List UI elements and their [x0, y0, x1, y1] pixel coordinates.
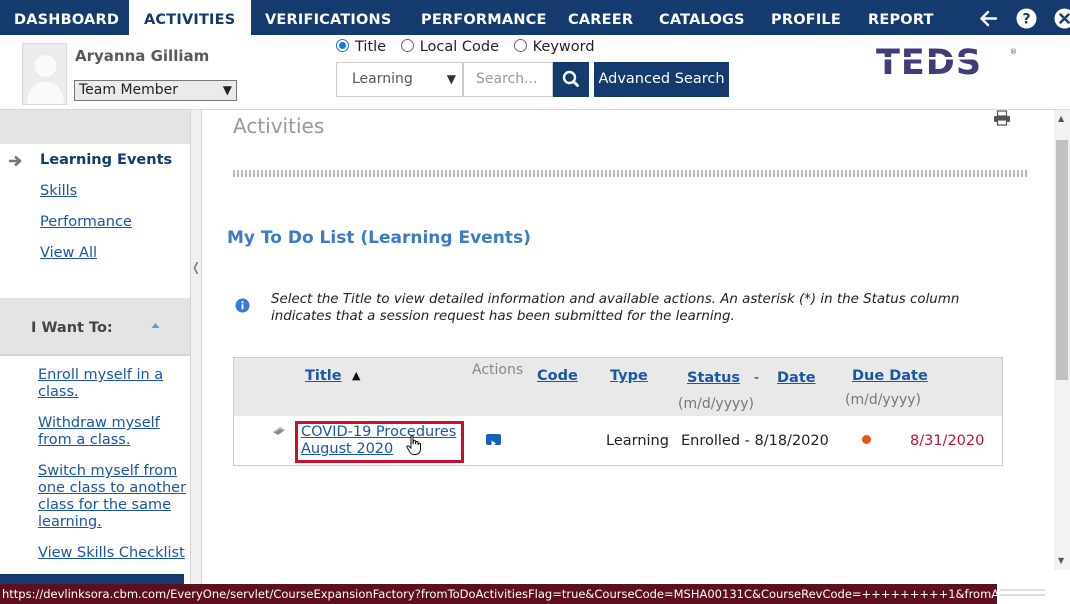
nav-verifications[interactable]: VERIFICATIONS	[265, 0, 392, 35]
role-select-value: Team Member	[79, 82, 179, 98]
want-link-skills-checklist[interactable]: View Skills Checklist	[38, 545, 188, 562]
column-header-actions: Actions	[472, 362, 524, 378]
user-name: Aryanna Gilliam	[75, 47, 210, 65]
radio-keyword-label[interactable]: Keyword	[533, 39, 595, 55]
row-type: Learning	[606, 433, 669, 449]
nav-performance[interactable]: PERFORMANCE	[421, 0, 547, 35]
footer-logo-mark	[1000, 589, 1045, 596]
column-header-type[interactable]: Type	[610, 368, 648, 384]
sidebar-divider	[190, 110, 202, 584]
footer-logo	[1000, 584, 1070, 604]
search-input[interactable]: Search...	[463, 62, 553, 97]
due-date-format-hint: (m/d/yyyy)	[845, 392, 922, 408]
row-status: Enrolled - 8/18/2020	[681, 433, 829, 449]
column-header-title[interactable]: Title	[305, 368, 342, 384]
nav-activities[interactable]: ACTIVITIES	[129, 0, 251, 35]
column-header-code[interactable]: Code	[537, 368, 578, 384]
nav-career[interactable]: CAREER	[568, 0, 633, 35]
nav-report[interactable]: REPORT	[868, 0, 934, 35]
sidebar-item-performance[interactable]: Performance	[40, 214, 132, 230]
want-link-enroll[interactable]: Enroll myself in a class.	[38, 367, 188, 401]
column-header-status[interactable]: Status	[687, 370, 740, 386]
search-button[interactable]	[553, 62, 589, 97]
scroll-up-icon[interactable]: ▲	[1058, 114, 1064, 123]
radio-title[interactable]	[336, 39, 349, 52]
arrow-right-icon	[9, 155, 22, 167]
nav-profile[interactable]: PROFILE	[771, 0, 841, 35]
radio-keyword[interactable]	[513, 39, 527, 52]
sidebar-item-view-all[interactable]: View All	[40, 245, 97, 261]
teds-logo: TEDS ®	[876, 43, 1016, 81]
close-icon[interactable]	[1054, 8, 1070, 29]
todo-table: Title ▲ Actions Code Type Status - Date …	[233, 357, 1003, 466]
date-format-hint: (m/d/yyyy)	[678, 396, 755, 412]
row-due-date: 8/31/2020	[910, 433, 985, 449]
header: Aryanna Gilliam Team Member ▼ Title Loca…	[0, 35, 1070, 110]
svg-text:®: ®	[1010, 48, 1016, 56]
chevron-down-icon: ▼	[222, 83, 232, 97]
want-link-withdraw[interactable]: Withdraw myself from a class.	[38, 415, 188, 449]
column-header-date[interactable]: Date	[777, 370, 816, 386]
search-type-select[interactable]: Learning ▼	[336, 62, 463, 97]
radio-local-code-label[interactable]: Local Code	[420, 39, 499, 55]
separator	[233, 170, 1027, 177]
sidebar-item-skills[interactable]: Skills	[40, 183, 77, 199]
sidebar: Learning Events Skills Performance View …	[0, 110, 190, 584]
info-icon	[235, 298, 250, 313]
print-icon[interactable]	[993, 110, 1011, 126]
status-date-separator: -	[754, 370, 760, 386]
search-icon	[562, 70, 579, 87]
chevron-down-icon: ▼	[446, 72, 456, 86]
column-header-due-date[interactable]: Due Date	[852, 368, 928, 384]
nav-dashboard[interactable]: DASHBOARD	[14, 0, 119, 35]
sidebar-item-learning-events[interactable]: Learning Events	[40, 152, 172, 168]
scroll-thumb[interactable]	[1056, 140, 1068, 380]
top-nav: DASHBOARD ACTIVITIES VERIFICATIONS PERFO…	[0, 0, 1070, 35]
want-link-switch[interactable]: Switch myself from one class to another …	[38, 463, 188, 531]
scroll-down-icon[interactable]: ▼	[1058, 556, 1064, 565]
highlight-box	[295, 421, 464, 463]
learning-event-icon	[273, 427, 285, 435]
table-header: Title ▲ Actions Code Type Status - Date …	[234, 358, 1002, 416]
hand-cursor-icon	[406, 435, 421, 455]
collapse-sidebar-icon[interactable]: ❬	[191, 260, 201, 280]
advanced-search-button[interactable]: Advanced Search	[594, 62, 729, 97]
due-status-indicator	[862, 435, 871, 444]
back-arrow-icon[interactable]	[978, 8, 999, 29]
vertical-scrollbar[interactable]: ▲ ▼	[1054, 110, 1070, 570]
avatar-silhouette-icon	[27, 55, 64, 104]
logo-text: TEDS	[876, 43, 982, 81]
search-option-group: Title Local Code Keyword	[336, 39, 605, 55]
section-title: My To Do List (Learning Events)	[227, 228, 531, 248]
radio-local-code[interactable]	[400, 39, 414, 52]
browser-status-bar: https://devlinksora.cbm.com/EveryOne/ser…	[0, 584, 997, 604]
i-want-to-header[interactable]: I Want To:	[0, 298, 190, 356]
play-action-button[interactable]	[486, 434, 501, 447]
info-text: Select the Title to view detailed inform…	[271, 292, 960, 324]
help-icon[interactable]: ?	[1016, 8, 1037, 29]
play-icon	[491, 440, 496, 447]
sidebar-footer-bar	[0, 574, 184, 584]
page-title: Activities	[233, 114, 325, 138]
svg-text:?: ?	[1022, 12, 1030, 28]
avatar	[22, 43, 67, 105]
main-content: Activities My To Do List (Learning Event…	[202, 110, 1054, 584]
search-type-value: Learning	[352, 71, 413, 87]
nav-catalogs[interactable]: CATALOGS	[659, 0, 745, 35]
caret-up-icon[interactable]	[151, 322, 160, 329]
i-want-to-label: I Want To:	[31, 320, 113, 336]
radio-title-label[interactable]: Title	[355, 39, 386, 55]
role-select[interactable]: Team Member ▼	[74, 80, 237, 101]
sidebar-header	[0, 110, 190, 144]
sort-asc-icon: ▲	[352, 369, 361, 382]
